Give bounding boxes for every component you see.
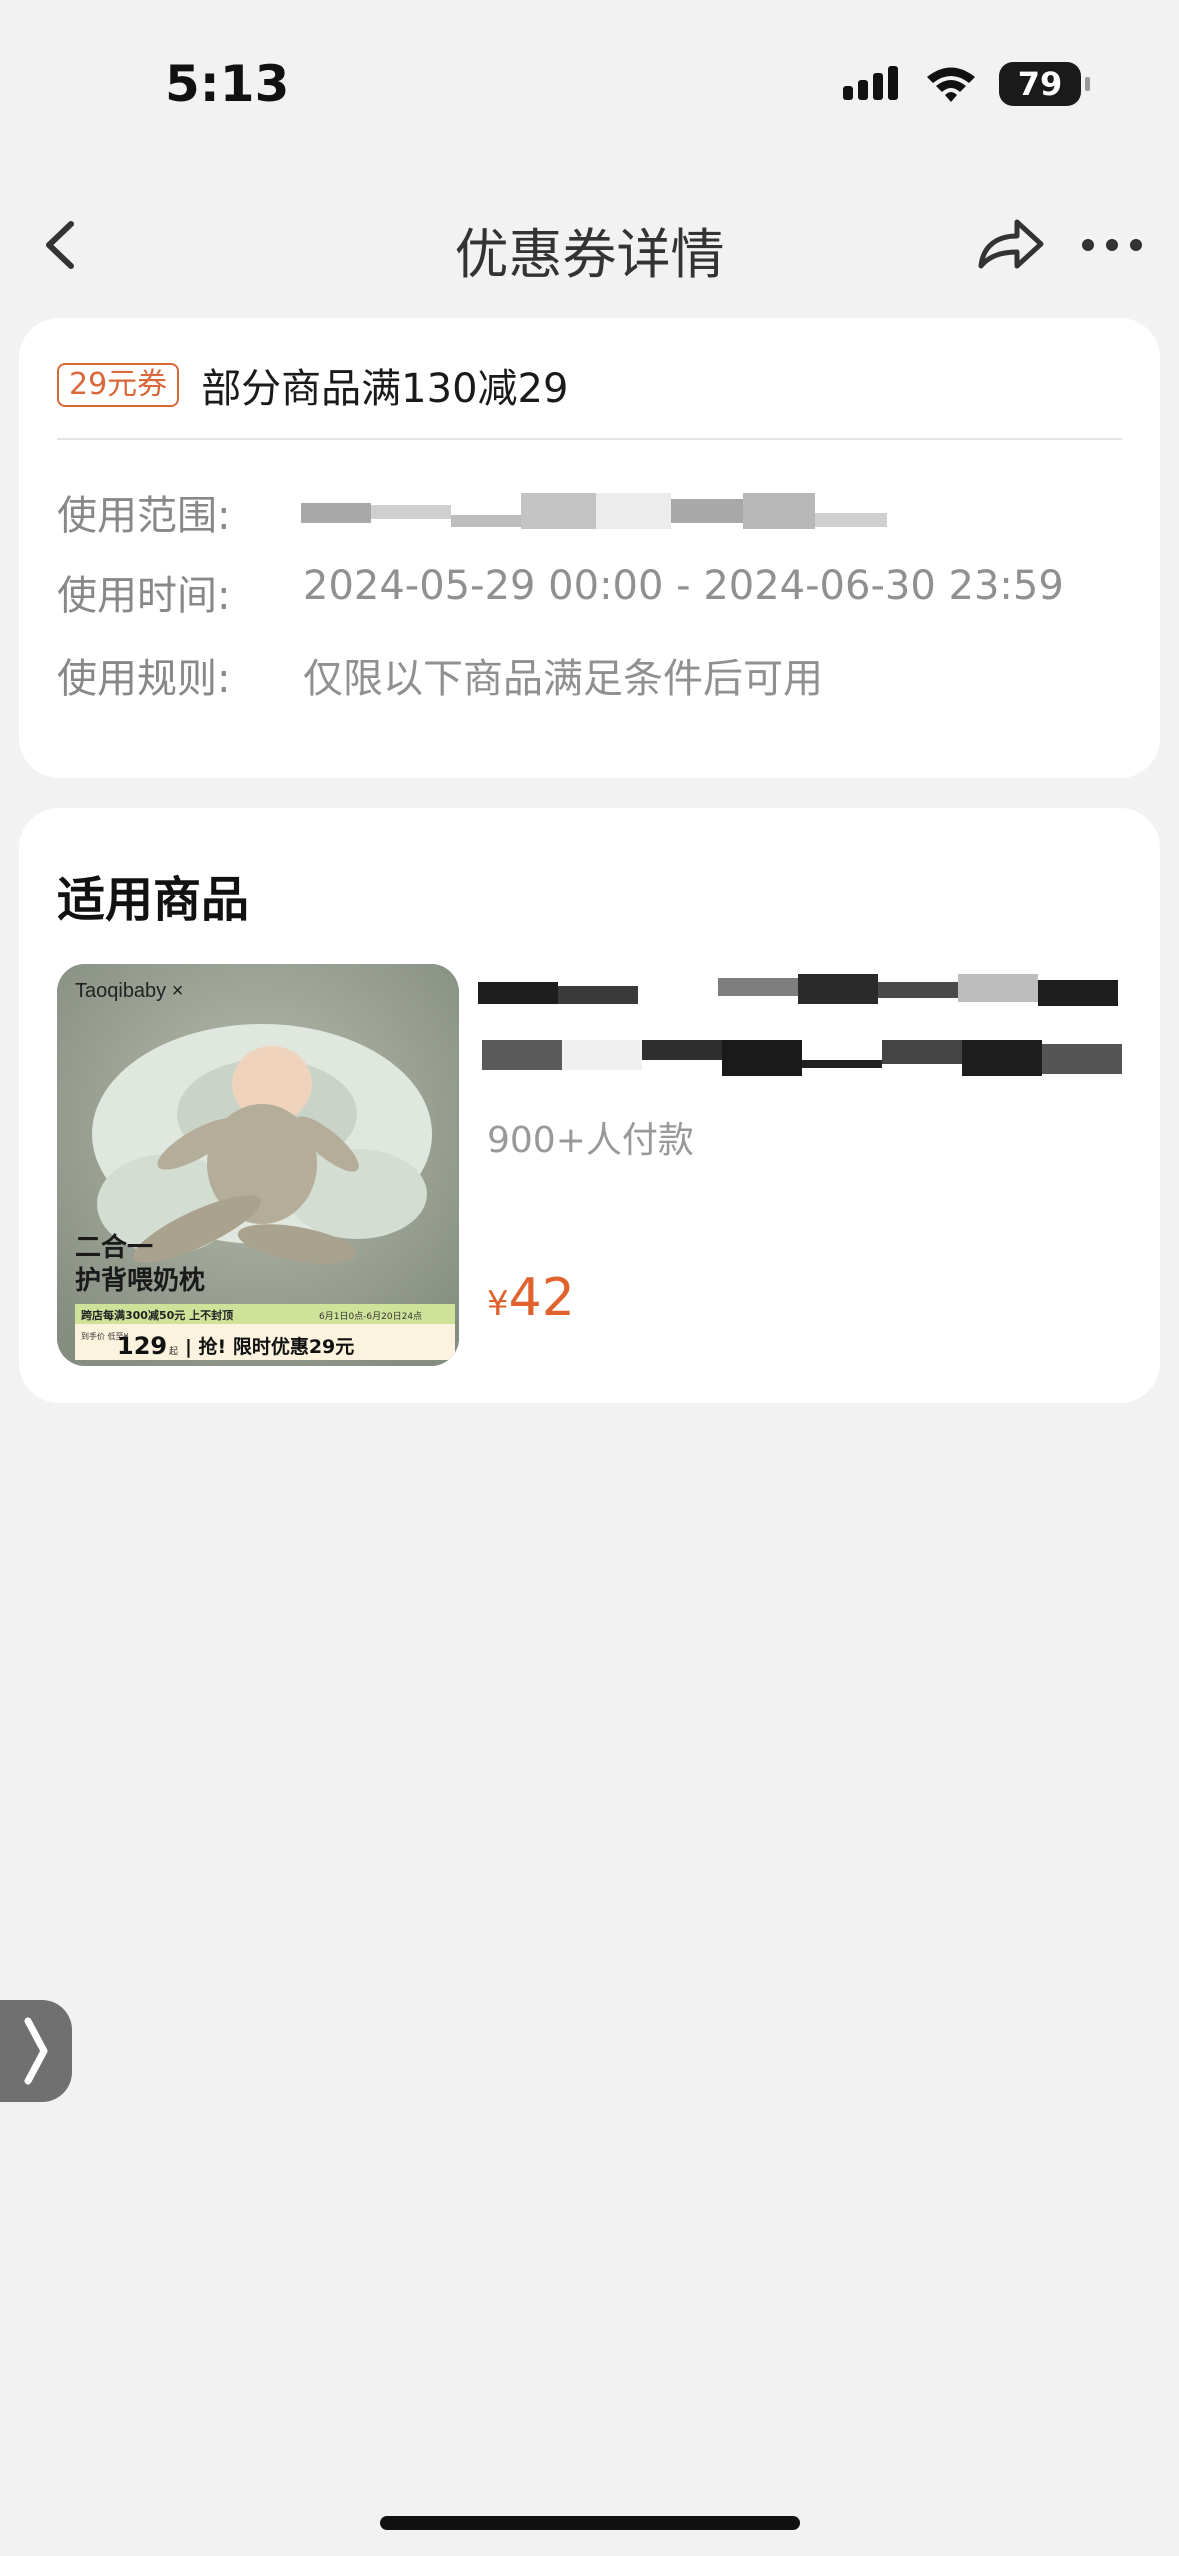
status-icons: 79	[843, 62, 1090, 106]
sold-count: 900+人付款	[487, 1120, 694, 1161]
price-value: 42	[508, 1268, 575, 1328]
coupon-badge: 29元券	[57, 363, 180, 407]
product-photo: Taoqibaby × 二合一 护背喂奶枕 跨店每满300减50元 上不封顶 6…	[57, 964, 459, 1366]
side-drawer-handle[interactable]	[0, 2000, 72, 2102]
price-symbol: ¥	[487, 1284, 509, 1324]
info-value: 仅限以下商品满足条件后可用	[303, 656, 823, 702]
section-title: 适用商品	[57, 872, 250, 928]
image-cta: | 抢! 限时优惠29元	[185, 1335, 354, 1358]
info-value: 2024-05-29 00:00 - 2024-06-30 23:59	[303, 563, 1064, 609]
product-price: ¥42	[487, 1268, 575, 1328]
headline-1: 二合一	[75, 1232, 153, 1263]
headline-2: 护背喂奶枕	[75, 1265, 205, 1296]
info-label: 使用时间:	[57, 573, 231, 619]
battery-indicator: 79	[999, 62, 1090, 106]
cellular-signal-icon	[843, 66, 898, 100]
product-image[interactable]: Taoqibaby × 二合一 护背喂奶枕 跨店每满300减50元 上不封顶 6…	[57, 964, 459, 1366]
home-indicator[interactable]	[380, 2516, 800, 2530]
status-time: 5:13	[165, 55, 290, 113]
promo-dates: 6月1日0点-6月20日24点	[319, 1311, 422, 1322]
status-bar: 5:13 79	[0, 0, 1179, 170]
info-row-time: 使用时间: 2024-05-29 00:00 - 2024-06-30 23:5…	[57, 563, 1064, 621]
products-card: 适用商品 Taoqibaby × 二合一 护背喂奶枕 跨店每满300减50元 上…	[19, 808, 1160, 1403]
divider	[57, 438, 1122, 440]
more-icon	[1082, 239, 1142, 251]
coupon-header: 29元券 部分商品满130减29	[57, 356, 568, 414]
share-button[interactable]	[975, 210, 1047, 282]
share-icon	[978, 219, 1044, 269]
image-price: 129	[117, 1332, 167, 1360]
info-label: 使用规则:	[57, 656, 231, 702]
battery-cap	[1085, 77, 1090, 91]
nav-bar: 优惠券详情	[0, 180, 1179, 310]
redacted-scope	[301, 493, 891, 537]
info-row-scope: 使用范围:	[57, 483, 303, 541]
coupon-name: 部分商品满130减29	[201, 366, 569, 412]
battery-level: 79	[1017, 65, 1063, 103]
coupon-card: 29元券 部分商品满130减29 使用范围: 使用时间: 2024-05-29 …	[19, 318, 1160, 778]
promo-text: 跨店每满300减50元 上不封顶	[81, 1308, 233, 1322]
brand-text: Taoqibaby ×	[75, 980, 183, 1002]
wifi-icon	[927, 67, 975, 102]
redacted-product-title	[478, 974, 1138, 1094]
info-label: 使用范围:	[57, 493, 231, 539]
chevron-right-icon	[24, 2017, 48, 2085]
info-row-rule: 使用规则: 仅限以下商品满足条件后可用	[57, 646, 823, 704]
more-button[interactable]	[1080, 225, 1144, 265]
image-price-unit: 起	[169, 1346, 178, 1357]
